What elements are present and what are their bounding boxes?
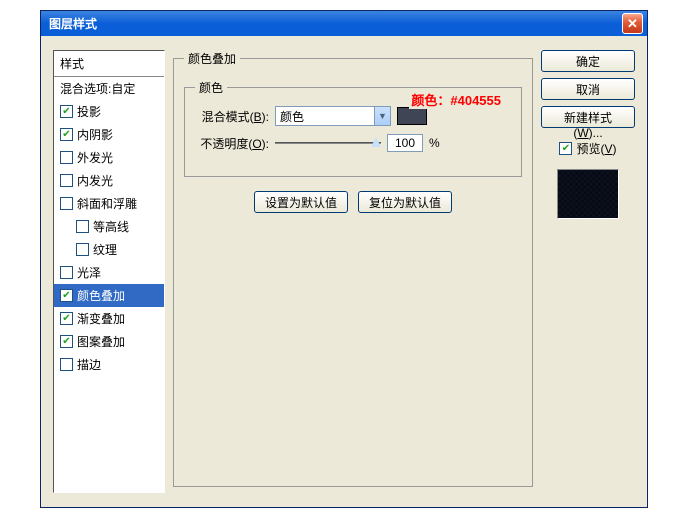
style-checkbox[interactable] (76, 243, 89, 256)
style-checkbox[interactable] (60, 151, 73, 164)
style-checkbox[interactable] (60, 128, 73, 141)
style-checkbox[interactable] (76, 220, 89, 233)
style-item-label: 内发光 (77, 172, 113, 189)
opacity-slider[interactable] (275, 135, 381, 151)
style-item-label: 等高线 (93, 218, 129, 235)
style-item-4[interactable]: 斜面和浮雕 (54, 192, 164, 215)
right-column: 确定 取消 新建样式(W)... 预览(V) (541, 50, 635, 493)
style-item-label: 斜面和浮雕 (77, 195, 137, 212)
style-checkbox[interactable] (60, 174, 73, 187)
opacity-label: 不透明度(O): (195, 135, 269, 152)
ok-button[interactable]: 确定 (541, 50, 635, 72)
style-checkbox[interactable] (60, 105, 73, 118)
style-item-label: 投影 (77, 103, 101, 120)
style-item-6[interactable]: 纹理 (54, 238, 164, 261)
new-style-button[interactable]: 新建样式(W)... (541, 106, 635, 128)
set-default-button[interactable]: 设置为默认值 (254, 191, 348, 213)
preview-toggle[interactable]: 预览(V) (559, 140, 616, 157)
style-list: 样式 混合选项:自定 投影内阴影外发光内发光斜面和浮雕等高线纹理光泽颜色叠加渐变… (53, 50, 165, 493)
dialog-body: 样式 混合选项:自定 投影内阴影外发光内发光斜面和浮雕等高线纹理光泽颜色叠加渐变… (41, 36, 647, 507)
style-item-9[interactable]: 渐变叠加 (54, 307, 164, 330)
main-panel: 颜色叠加 颜色 颜色：#404555 混合模式(B): 颜色 ▼ 不透明度(O)… (173, 50, 533, 493)
preview-label: 预览(V) (576, 140, 616, 157)
style-item-5[interactable]: 等高线 (54, 215, 164, 238)
color-group: 颜色 颜色：#404555 混合模式(B): 颜色 ▼ 不透明度(O): (184, 79, 522, 177)
layer-style-dialog: 图层样式 ✕ 样式 混合选项:自定 投影内阴影外发光内发光斜面和浮雕等高线纹理光… (40, 10, 648, 508)
style-checkbox[interactable] (60, 197, 73, 210)
style-item-label: 内阴影 (77, 126, 113, 143)
blend-mode-label: 混合模式(B): (195, 108, 269, 125)
preview-checkbox[interactable] (559, 142, 572, 155)
style-item-label: 外发光 (77, 149, 113, 166)
blend-options-row[interactable]: 混合选项:自定 (54, 77, 164, 100)
color-annotation: 颜色：#404555 (409, 90, 503, 109)
opacity-unit: % (429, 136, 440, 150)
cancel-button[interactable]: 取消 (541, 78, 635, 100)
titlebar[interactable]: 图层样式 ✕ (41, 11, 647, 36)
blend-mode-select[interactable]: 颜色 ▼ (275, 106, 391, 126)
style-checkbox[interactable] (60, 312, 73, 325)
style-item-label: 渐变叠加 (77, 310, 125, 327)
style-item-3[interactable]: 内发光 (54, 169, 164, 192)
style-item-label: 描边 (77, 356, 101, 373)
style-item-1[interactable]: 内阴影 (54, 123, 164, 146)
style-checkbox[interactable] (60, 289, 73, 302)
style-item-label: 颜色叠加 (77, 287, 125, 304)
blend-mode-value: 颜色 (280, 108, 304, 125)
effect-group: 颜色叠加 颜色 颜色：#404555 混合模式(B): 颜色 ▼ 不透明度(O)… (173, 50, 533, 487)
style-item-label: 纹理 (93, 241, 117, 258)
preview-thumbnail (557, 169, 619, 219)
style-list-header: 样式 (54, 51, 164, 77)
chevron-down-icon: ▼ (374, 107, 390, 125)
slider-thumb[interactable] (371, 137, 381, 147)
style-checkbox[interactable] (60, 335, 73, 348)
style-item-8[interactable]: 颜色叠加 (54, 284, 164, 307)
close-button[interactable]: ✕ (622, 13, 643, 34)
style-checkbox[interactable] (60, 266, 73, 279)
dialog-title: 图层样式 (49, 15, 97, 32)
style-item-0[interactable]: 投影 (54, 100, 164, 123)
style-item-label: 光泽 (77, 264, 101, 281)
reset-default-button[interactable]: 复位为默认值 (358, 191, 452, 213)
style-item-2[interactable]: 外发光 (54, 146, 164, 169)
color-group-legend: 颜色 (195, 79, 227, 96)
close-icon: ✕ (627, 16, 638, 32)
style-item-11[interactable]: 描边 (54, 353, 164, 376)
style-checkbox[interactable] (60, 358, 73, 371)
opacity-input[interactable] (387, 134, 423, 152)
style-item-7[interactable]: 光泽 (54, 261, 164, 284)
style-item-10[interactable]: 图案叠加 (54, 330, 164, 353)
color-swatch[interactable] (397, 107, 427, 125)
style-item-label: 图案叠加 (77, 333, 125, 350)
effect-group-legend: 颜色叠加 (184, 50, 240, 67)
